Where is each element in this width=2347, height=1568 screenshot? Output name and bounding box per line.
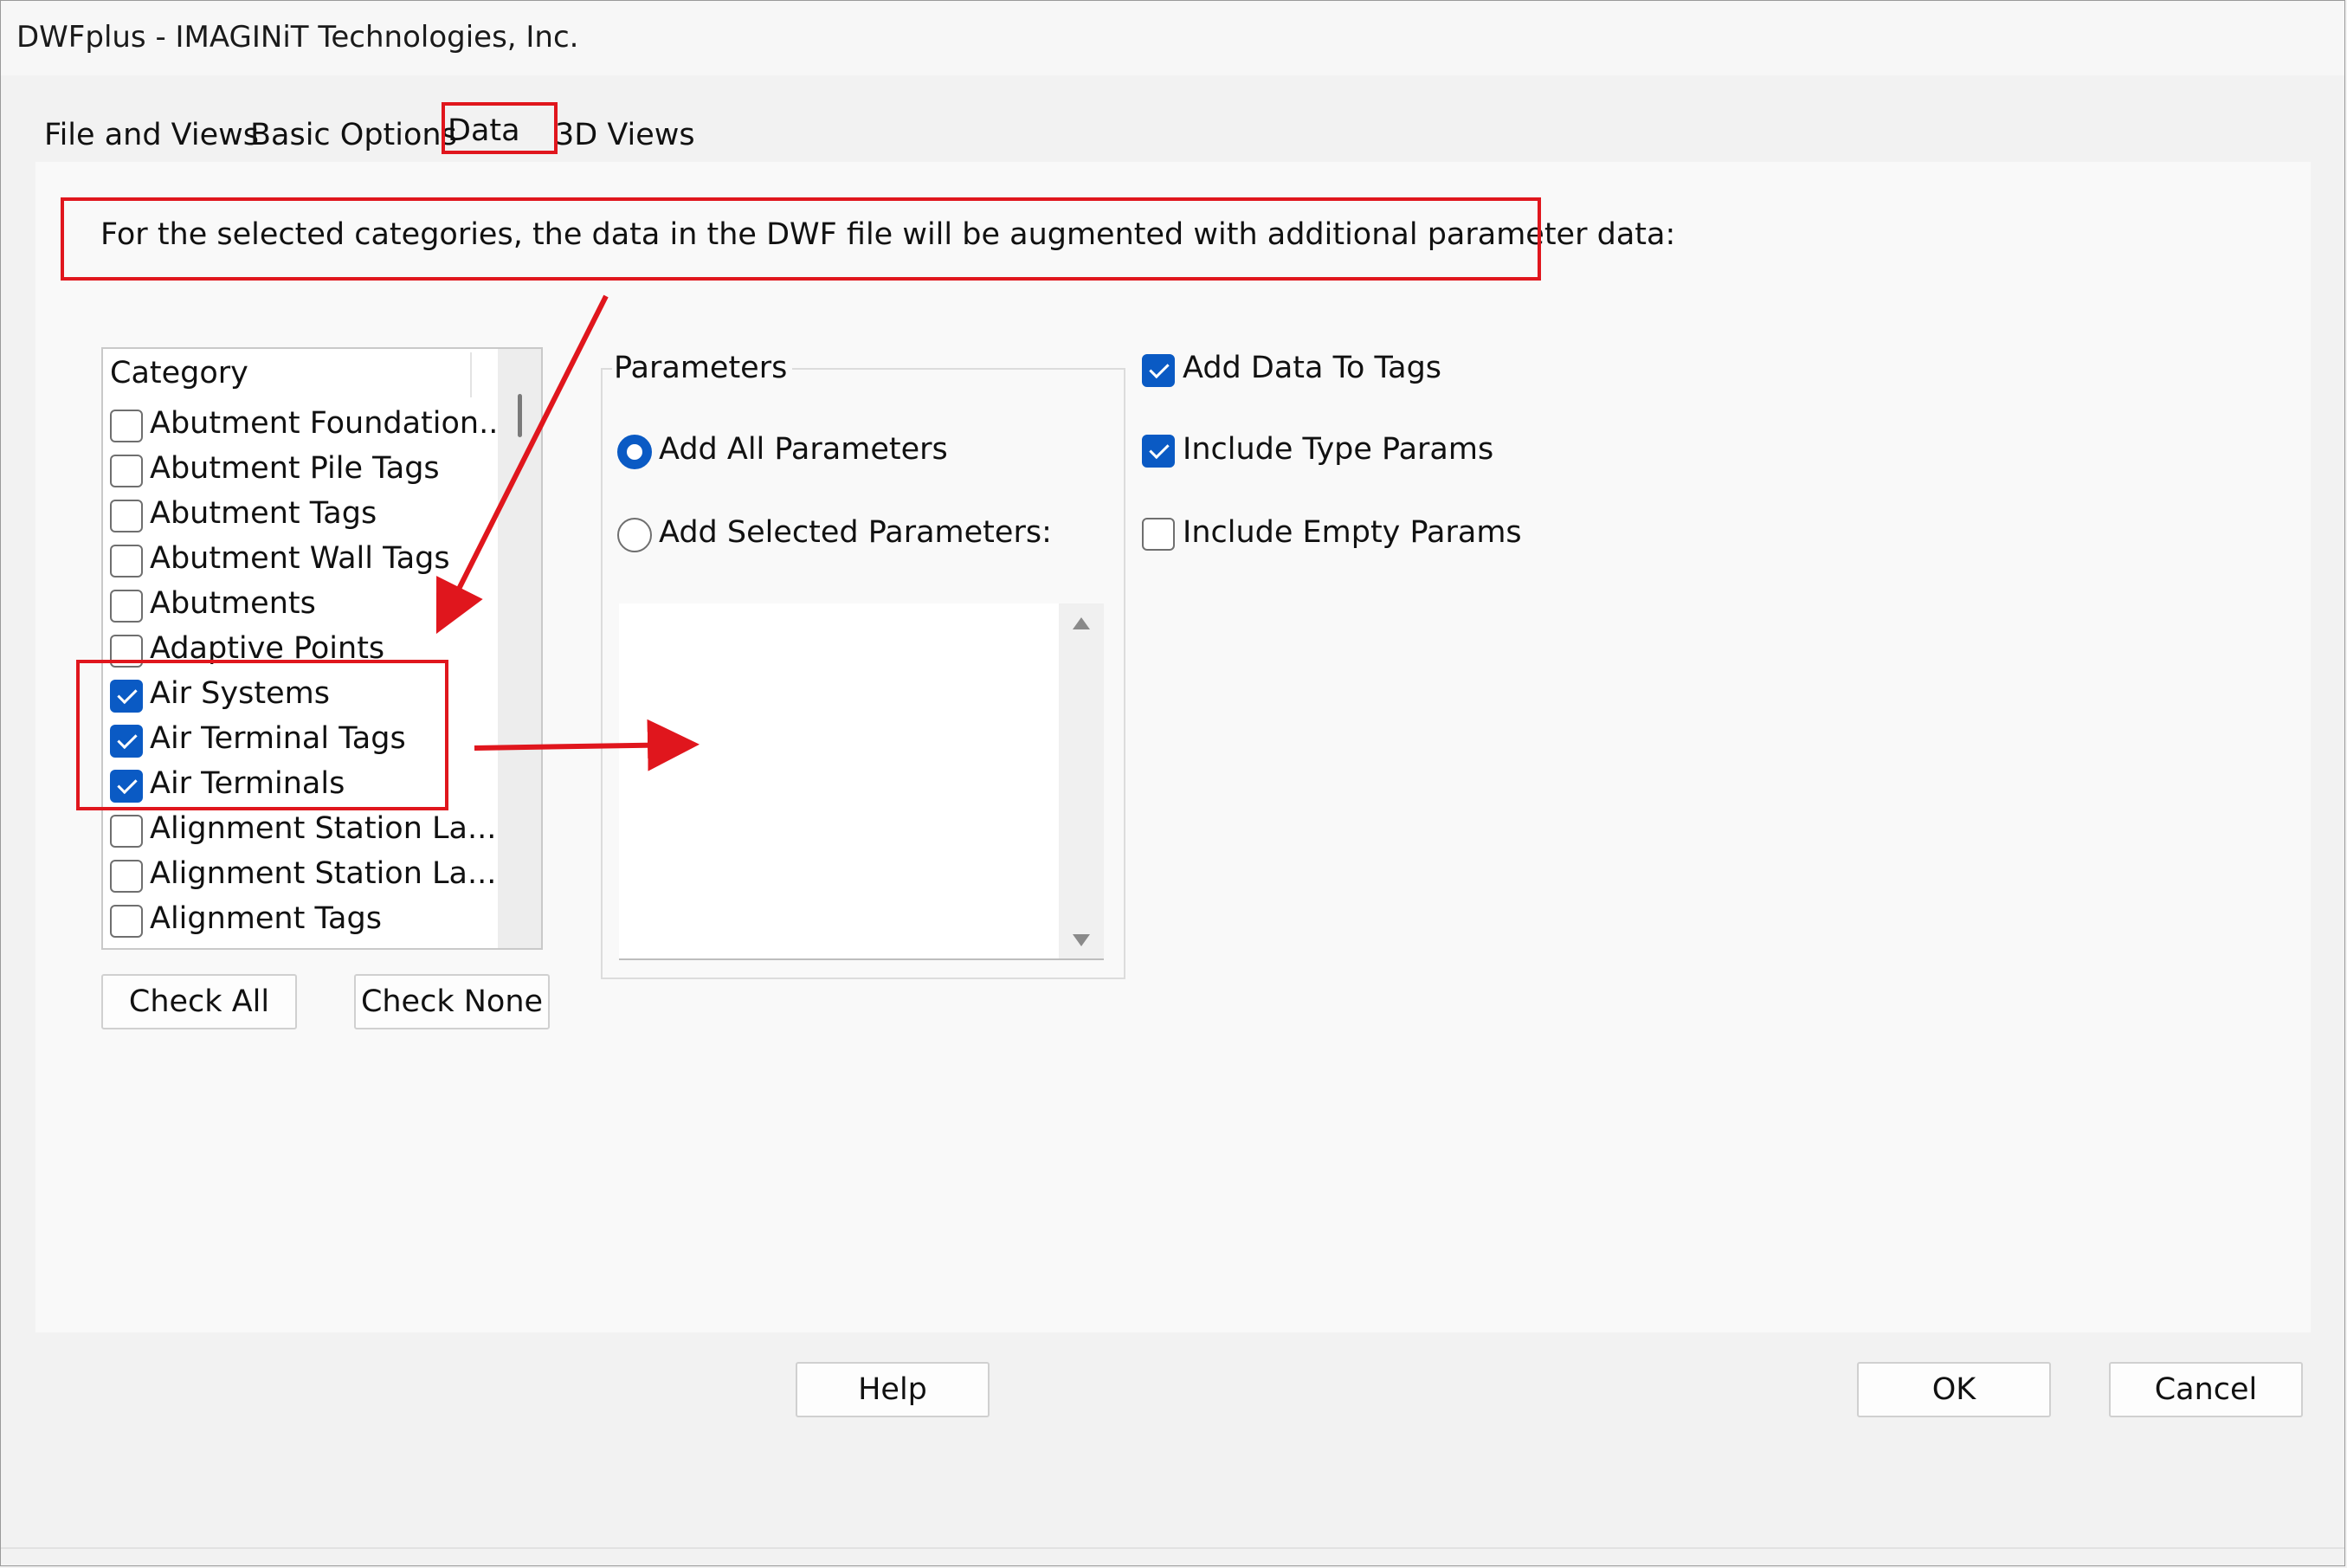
category-item[interactable]: Abutments xyxy=(110,584,482,629)
category-item-label: Abutment Wall Tags xyxy=(150,541,450,576)
category-item[interactable]: Abutment Pile Tags xyxy=(110,449,482,494)
tab-basic-options[interactable]: Basic Options xyxy=(250,113,457,157)
status-strip xyxy=(1,1547,2344,1549)
category-checkbox[interactable] xyxy=(110,815,143,848)
category-item-label: Air Terminal Tags xyxy=(150,721,406,756)
category-item-label: Adaptive Points xyxy=(150,631,385,666)
category-item[interactable]: Air Terminal Tags xyxy=(110,719,482,765)
category-checkbox[interactable] xyxy=(110,905,143,938)
category-item[interactable]: Air Terminals xyxy=(110,765,482,810)
description-text: For the selected categories, the data in… xyxy=(100,217,1676,252)
include-type-params-label[interactable]: Include Type Params xyxy=(1183,432,1493,467)
add-all-parameters-label[interactable]: Add All Parameters xyxy=(659,432,948,467)
parameters-group-title: Parameters xyxy=(612,351,793,385)
category-item[interactable]: Air Systems xyxy=(110,674,482,719)
category-item-label: Abutment Tags xyxy=(150,496,377,531)
add-data-to-tags-checkbox[interactable] xyxy=(1142,354,1175,387)
check-all-button[interactable]: Check All xyxy=(101,974,297,1029)
add-data-to-tags-label[interactable]: Add Data To Tags xyxy=(1183,351,1441,385)
category-item-label: Abutments xyxy=(150,586,316,621)
category-item[interactable]: Alignment Station La... xyxy=(110,855,496,900)
category-checkbox[interactable] xyxy=(110,725,143,758)
add-all-parameters-radio[interactable] xyxy=(617,435,652,469)
parameter-scrollbar[interactable] xyxy=(1059,603,1104,958)
ok-button[interactable]: OK xyxy=(1857,1362,2051,1417)
category-checkbox[interactable] xyxy=(110,410,143,442)
category-column-header[interactable]: Category xyxy=(110,356,248,390)
category-item-label: Abutment Pile Tags xyxy=(150,451,440,486)
category-checkbox[interactable] xyxy=(110,500,143,532)
cancel-button[interactable]: Cancel xyxy=(2109,1362,2303,1417)
category-checkbox[interactable] xyxy=(110,590,143,623)
category-listbox[interactable]: Category Abutment Foundation... Abutment … xyxy=(101,347,543,950)
scroll-down-icon[interactable] xyxy=(1073,934,1090,946)
check-none-button[interactable]: Check None xyxy=(354,974,550,1029)
parameter-listbox[interactable] xyxy=(619,603,1104,960)
column-separator xyxy=(470,352,472,397)
scroll-up-icon[interactable] xyxy=(1073,617,1090,629)
category-checkbox[interactable] xyxy=(110,770,143,803)
dialog-window: DWFplus - IMAGINiT Technologies, Inc. Fi… xyxy=(0,0,2345,1566)
category-item-label: Air Systems xyxy=(150,676,330,711)
scrollbar-thumb[interactable] xyxy=(518,394,522,437)
tab-file-and-views[interactable]: File and Views xyxy=(44,113,259,157)
category-item[interactable]: Alignment Tags xyxy=(110,900,482,945)
category-checkbox[interactable] xyxy=(110,860,143,893)
category-item[interactable]: Adaptive Points xyxy=(110,629,482,674)
include-empty-params-checkbox[interactable] xyxy=(1142,518,1175,551)
category-item-label: Abutment Foundation... xyxy=(150,406,508,441)
category-item-label: Alignment Tags xyxy=(150,901,382,936)
category-item[interactable]: Alignment Station La... xyxy=(110,810,496,855)
category-checkbox[interactable] xyxy=(110,545,143,578)
category-item-label: Alignment Station La... xyxy=(150,856,497,891)
category-checkbox[interactable] xyxy=(110,455,143,487)
help-button[interactable]: Help xyxy=(796,1362,990,1417)
category-item-label: Air Terminals xyxy=(150,766,345,801)
title-bar: DWFplus - IMAGINiT Technologies, Inc. xyxy=(1,1,2344,75)
category-item[interactable]: Abutment Tags xyxy=(110,494,482,539)
category-checkbox[interactable] xyxy=(110,680,143,713)
category-item[interactable]: Abutment Foundation... xyxy=(110,404,507,449)
window-title: DWFplus - IMAGINiT Technologies, Inc. xyxy=(16,20,579,55)
tab-3d-views[interactable]: 3D Views xyxy=(555,113,695,157)
category-item-label: Alignment Station La... xyxy=(150,811,497,846)
category-scrollbar[interactable] xyxy=(498,349,541,948)
include-type-params-checkbox[interactable] xyxy=(1142,435,1175,468)
category-checkbox[interactable] xyxy=(110,635,143,668)
include-empty-params-label[interactable]: Include Empty Params xyxy=(1183,515,1522,550)
category-item[interactable]: Abutment Wall Tags xyxy=(110,539,482,584)
add-selected-parameters-radio[interactable] xyxy=(617,518,652,552)
tab-data[interactable]: Data xyxy=(448,109,520,152)
add-selected-parameters-label[interactable]: Add Selected Parameters: xyxy=(659,515,1052,550)
